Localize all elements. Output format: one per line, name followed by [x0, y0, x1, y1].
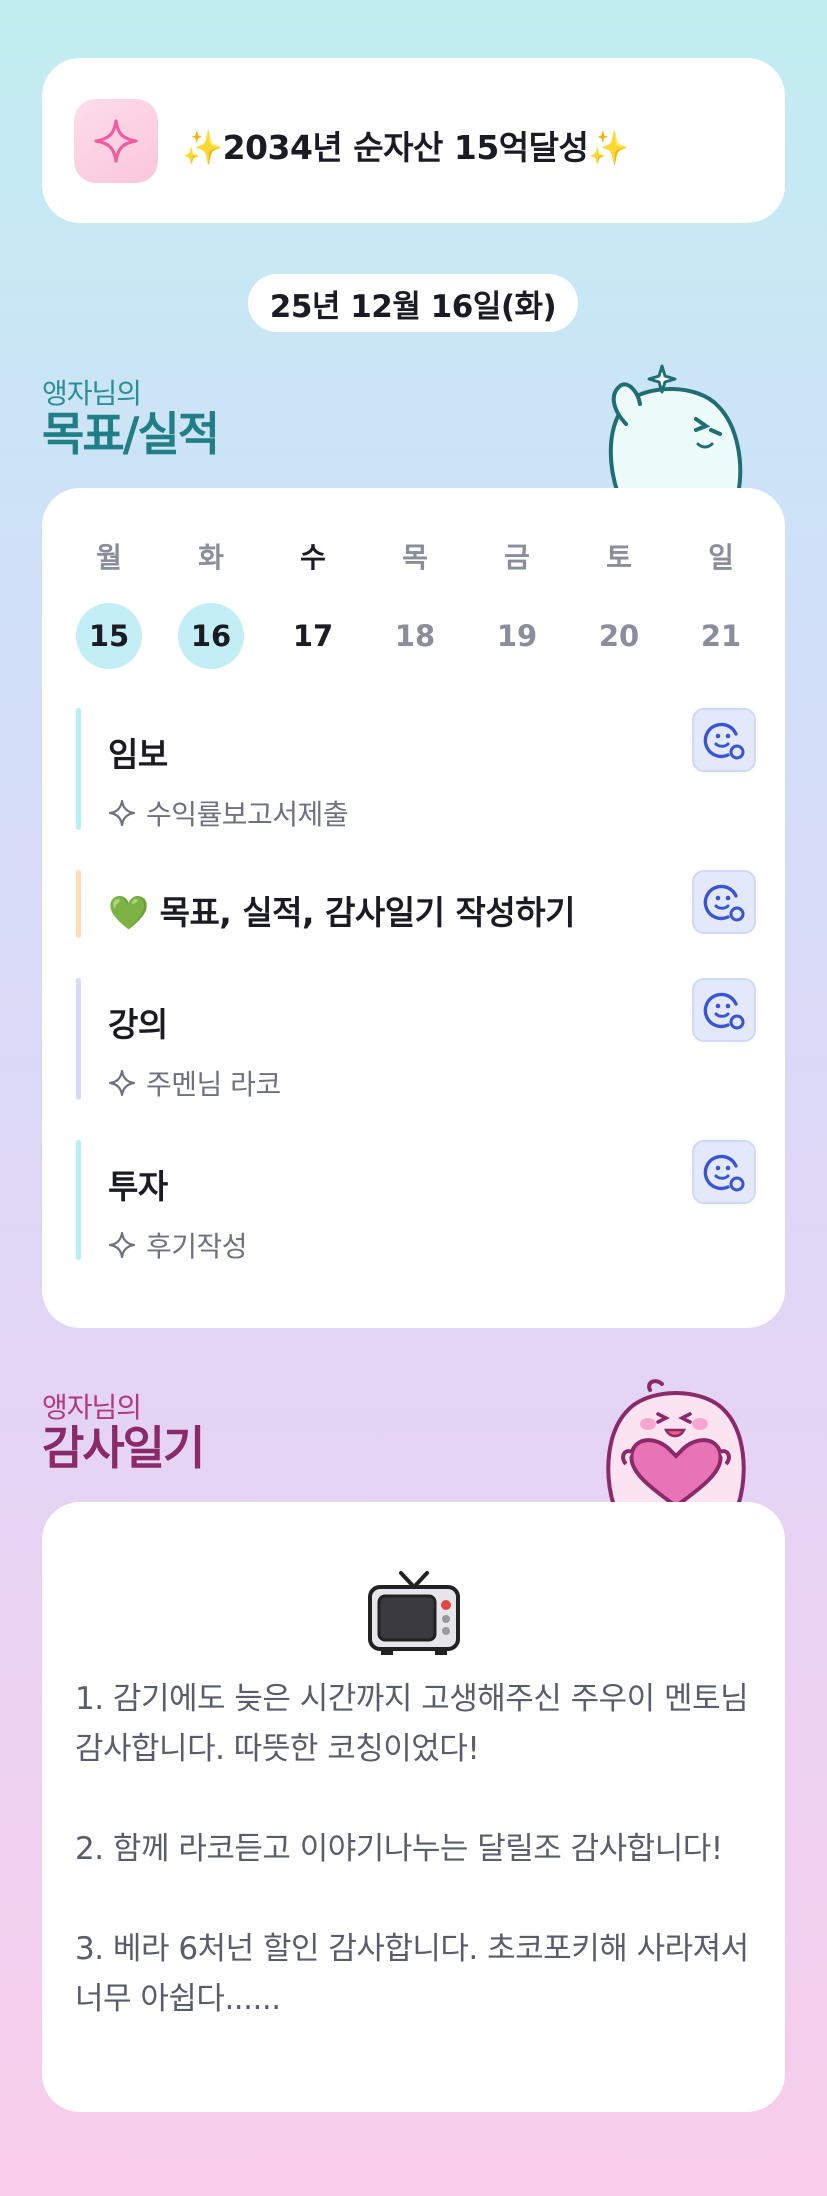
day-tue[interactable]: 화 16	[176, 538, 246, 669]
day-number: 16	[178, 603, 244, 669]
smiley-add-icon	[703, 1154, 745, 1192]
day-name: 금	[504, 541, 530, 574]
gratitude-entries: 1. 감기에도 늦은 시간까지 고생해주신 주우이 멘토님 감사합니다. 따뜻한…	[75, 1674, 755, 2074]
task-color-bar	[76, 708, 81, 830]
day-number: 20	[598, 619, 640, 653]
heart-ghost-mascot-icon	[606, 1379, 746, 1506]
sparkle-outline-icon	[108, 1069, 136, 1097]
day-name: 수	[300, 541, 326, 574]
task-item[interactable]: 강의 주멘님 라코	[76, 978, 756, 1103]
day-name: 일	[708, 541, 734, 574]
task-subtitle-text: 수익률보고서제출	[146, 798, 349, 831]
reaction-button[interactable]	[692, 870, 756, 934]
gratitude-section-title: 감사일기	[42, 1421, 205, 1475]
day-number: 21	[700, 619, 742, 653]
goals-section-title: 목표/실적	[42, 407, 220, 461]
gratitude-entry: 2. 함께 라코듣고 이야기나누는 달릴조 감사합니다!	[75, 1831, 723, 1867]
task-title: 💚 목표, 실적, 감사일기 작성하기	[108, 893, 575, 932]
day-name: 월	[96, 541, 122, 574]
day-sat[interactable]: 토 20	[584, 538, 654, 669]
goals-card: 월 15 화 16 수 17 목 18 금 19 토 20 일 21 임보 수익…	[42, 488, 785, 1328]
day-number: 18	[394, 619, 436, 653]
reaction-button[interactable]	[692, 1140, 756, 1204]
tv-icon	[368, 1571, 460, 1655]
day-number: 17	[292, 619, 334, 653]
day-name: 목	[402, 541, 428, 574]
day-number: 19	[496, 619, 538, 653]
day-thu[interactable]: 목 18	[380, 538, 450, 669]
sparkle-outline-icon	[108, 799, 136, 827]
day-fri[interactable]: 금 19	[482, 538, 552, 669]
day-name: 화	[198, 541, 224, 574]
gratitude-entry: 1. 감기에도 늦은 시간까지 고생해주신 주우이 멘토님 감사합니다. 따뜻한…	[75, 1681, 749, 1767]
reaction-button[interactable]	[692, 978, 756, 1042]
task-color-bar	[76, 978, 81, 1100]
task-subtitle: 후기작성	[108, 1225, 248, 1265]
task-color-bar	[76, 1140, 81, 1260]
task-item[interactable]: 투자 후기작성	[76, 1140, 756, 1263]
reaction-button[interactable]	[692, 708, 756, 772]
smiley-add-icon	[703, 884, 745, 922]
day-name: 토	[606, 541, 632, 574]
task-title: 임보	[108, 735, 168, 774]
day-number: 15	[76, 603, 142, 669]
task-color-bar	[76, 870, 81, 938]
day-sun[interactable]: 일 21	[686, 538, 756, 669]
task-subtitle: 주멘님 라코	[108, 1063, 281, 1103]
goal-card[interactable]: ✨2034년 순자산 15억달성✨	[42, 58, 785, 223]
date-selector[interactable]: 25년 12월 16일(화)	[248, 274, 578, 332]
task-title: 강의	[108, 1005, 168, 1044]
task-subtitle-text: 주멘님 라코	[146, 1068, 281, 1101]
task-title: 투자	[108, 1167, 168, 1206]
task-subtitle-text: 후기작성	[146, 1230, 248, 1263]
smiley-add-icon	[703, 992, 745, 1030]
goal-title: ✨2034년 순자산 15억달성✨	[182, 128, 629, 167]
ghost-mascot-icon	[608, 364, 743, 494]
smiley-add-icon	[703, 722, 745, 760]
task-item[interactable]: 💚 목표, 실적, 감사일기 작성하기	[76, 870, 756, 938]
gratitude-entry: 3. 베라 6처넌 할인 감사합니다. 초코포키해 사라져서 너무 아쉽다...…	[75, 1931, 749, 2017]
day-mon[interactable]: 월 15	[74, 538, 144, 669]
sparkle-icon	[74, 99, 158, 183]
gratitude-card: 1. 감기에도 늦은 시간까지 고생해주신 주우이 멘토님 감사합니다. 따뜻한…	[42, 1502, 785, 2112]
task-subtitle: 수익률보고서제출	[108, 793, 349, 833]
day-wed[interactable]: 수 17	[278, 538, 348, 669]
sparkle-outline-icon	[108, 1231, 136, 1259]
task-item[interactable]: 임보 수익률보고서제출	[76, 708, 756, 833]
